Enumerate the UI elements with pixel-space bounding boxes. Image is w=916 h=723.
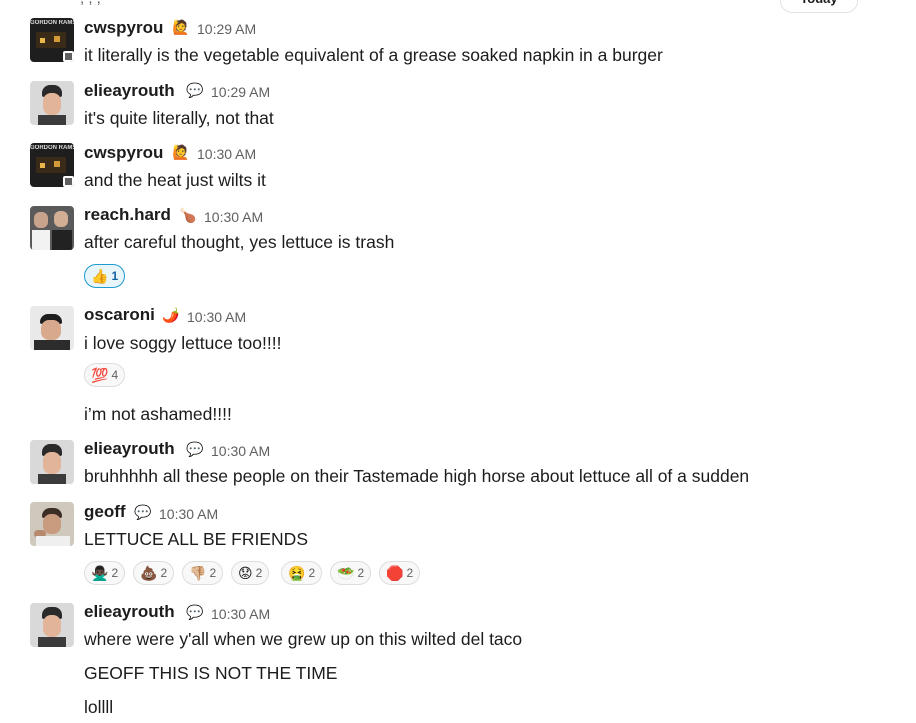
reaction-pill[interactable]: 💩 2 xyxy=(133,561,175,585)
message-text: it literally is the vegetable equivalent… xyxy=(84,45,663,65)
message-text: LETTUCE ALL BE FRIENDS xyxy=(84,529,308,549)
reaction-pill[interactable]: 🙅🏿‍♂️ 2 xyxy=(84,561,126,585)
status-emoji[interactable]: 🍗 xyxy=(179,207,196,223)
avatar-elieayrouth[interactable] xyxy=(30,440,74,484)
avatar-geoff[interactable] xyxy=(30,502,74,546)
username[interactable]: geoff xyxy=(84,502,126,522)
worried-face-icon: 😟 xyxy=(238,565,253,581)
reaction-pill[interactable]: 😟 2 xyxy=(231,561,270,585)
thumbs-down-icon: 👎🏼 xyxy=(189,565,207,581)
timestamp[interactable]: 10:30 AM xyxy=(159,506,218,522)
message-text: where were y'all when we grew up on this… xyxy=(84,629,523,649)
message-text-continued: i’m not ashamed!!!! xyxy=(84,404,232,424)
status-emoji[interactable]: 💬 xyxy=(186,604,203,620)
status-emoji[interactable]: 🙋 xyxy=(172,19,189,35)
reaction-pill[interactable]: 👍 1 xyxy=(84,264,126,288)
hundred-points-icon: 💯 xyxy=(91,367,109,383)
avatar-cwspyrou[interactable]: GORDON RAMSAY xyxy=(30,18,74,62)
reaction-count: 2 xyxy=(406,566,414,580)
avatar-elieayrouth[interactable] xyxy=(30,603,74,647)
reaction-count: 2 xyxy=(160,566,168,580)
stop-sign-icon: 🛑 xyxy=(386,565,404,581)
reaction-count: 2 xyxy=(308,566,316,580)
salad-icon: 🥗 xyxy=(337,565,355,581)
message-text: it's quite literally, not that xyxy=(84,108,274,128)
avatar-cwspyrou[interactable]: GORDON RAMSAY xyxy=(30,143,74,187)
message-text-continued: GEOFF THIS IS NOT THE TIME xyxy=(84,663,338,683)
message-text: bruhhhhh all these people on their Taste… xyxy=(84,466,750,486)
vomiting-face-icon: 🤮 xyxy=(288,565,306,581)
gesturing-no-icon: 🙅🏿‍♂️ xyxy=(91,565,109,581)
timestamp[interactable]: 10:30 AM xyxy=(197,146,256,162)
timestamp[interactable]: 10:30 AM xyxy=(204,209,263,225)
status-emoji[interactable]: 🌶️ xyxy=(162,307,179,323)
timestamp[interactable]: 10:29 AM xyxy=(211,84,270,100)
username[interactable]: cwspyrou xyxy=(84,143,163,163)
status-emoji[interactable]: 💬 xyxy=(186,82,203,98)
reaction-count: 2 xyxy=(255,566,263,580)
avatar-text: GORDON RAMSAY xyxy=(30,145,74,151)
reaction-pill[interactable]: 🤮 2 xyxy=(281,561,323,585)
message-text-continued: lollll xyxy=(84,697,114,717)
avatar-elieayrouth[interactable] xyxy=(30,81,74,125)
reaction-pill[interactable]: 🥗 2 xyxy=(330,561,372,585)
avatar-text: GORDON RAMSAY xyxy=(30,20,74,26)
date-divider-today[interactable]: Today xyxy=(780,0,858,13)
reaction-count: 2 xyxy=(111,566,119,580)
reaction-count: 1 xyxy=(111,269,119,283)
reaction-count: 4 xyxy=(111,368,119,382)
previous-message-fragment: , , , xyxy=(80,0,101,7)
reaction-pill[interactable]: 👎🏼 2 xyxy=(182,561,224,585)
message-text: after careful thought, yes lettuce is tr… xyxy=(84,232,395,252)
avatar-reach-hard[interactable] xyxy=(30,206,74,250)
reaction-pill[interactable]: 🛑 2 xyxy=(379,561,421,585)
username[interactable]: elieayrouth xyxy=(84,81,175,101)
username[interactable]: elieayrouth xyxy=(84,602,175,622)
poop-icon: 💩 xyxy=(140,565,158,581)
status-emoji[interactable]: 💬 xyxy=(134,504,151,520)
reaction-pill[interactable]: 💯 4 xyxy=(84,363,126,387)
username[interactable]: oscaroni xyxy=(84,305,155,325)
status-emoji[interactable]: 💬 xyxy=(186,441,203,457)
avatar-oscaroni[interactable] xyxy=(30,306,74,350)
timestamp[interactable]: 10:30 AM xyxy=(211,443,270,459)
message-text: i love soggy lettuce too!!!! xyxy=(84,333,282,353)
timestamp[interactable]: 10:30 AM xyxy=(187,309,246,325)
message-text: and the heat just wilts it xyxy=(84,170,266,190)
reaction-count: 2 xyxy=(357,566,365,580)
status-emoji[interactable]: 🙋 xyxy=(172,144,189,160)
reaction-count: 2 xyxy=(209,566,217,580)
username[interactable]: cwspyrou xyxy=(84,18,163,38)
username[interactable]: elieayrouth xyxy=(84,439,175,459)
thumbs-up-icon: 👍 xyxy=(91,268,109,284)
username[interactable]: reach.hard xyxy=(84,205,171,225)
timestamp[interactable]: 10:29 AM xyxy=(197,21,256,37)
timestamp[interactable]: 10:30 AM xyxy=(211,606,270,622)
